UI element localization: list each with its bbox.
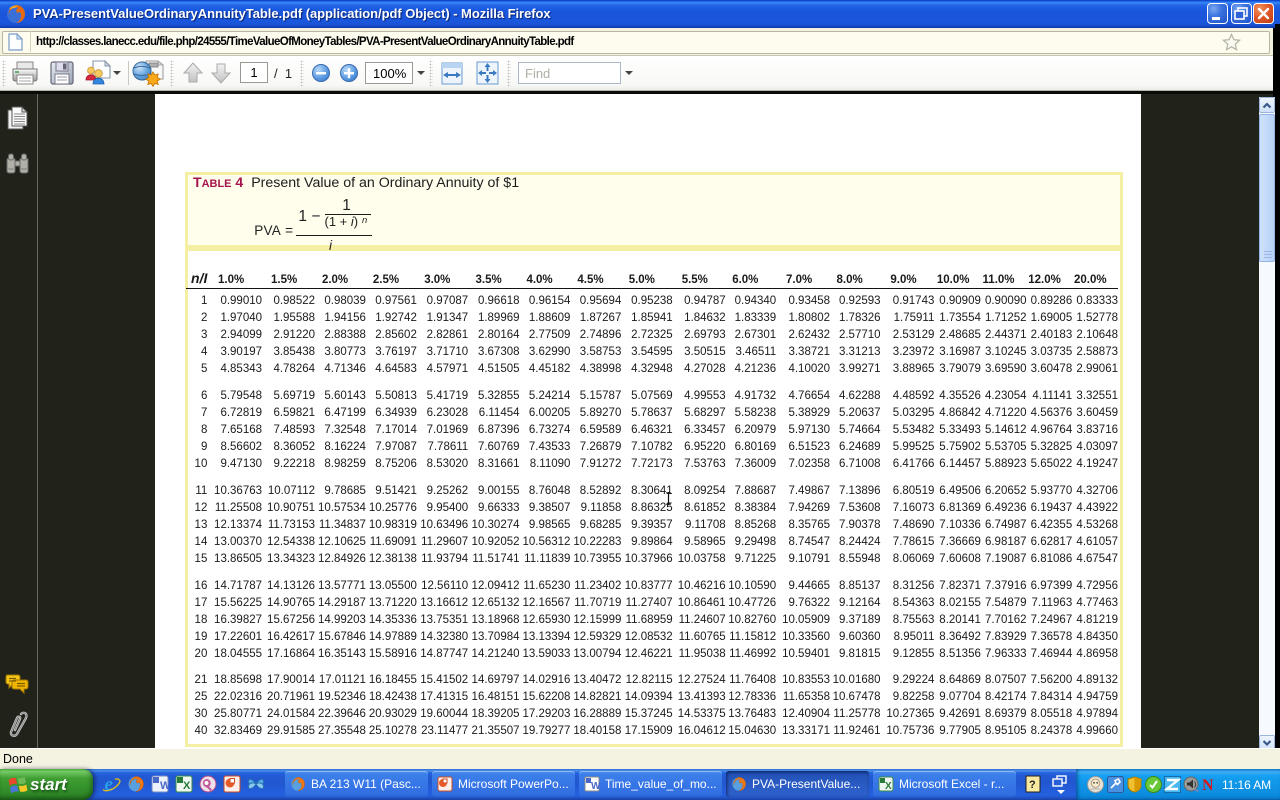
svg-text:X: X [885, 781, 892, 792]
svg-text:W: W [591, 781, 600, 792]
svg-text:N: N [1202, 777, 1214, 793]
svg-text:X: X [183, 780, 191, 792]
svg-text:?: ? [1029, 779, 1036, 791]
svg-text:W: W [160, 780, 169, 792]
